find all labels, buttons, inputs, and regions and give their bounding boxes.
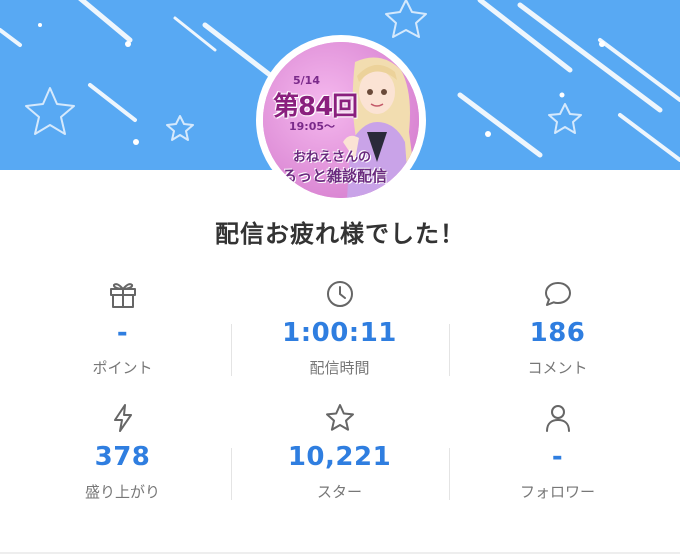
stat-excitement-value: 378 bbox=[94, 442, 151, 472]
comment-icon bbox=[542, 278, 574, 310]
thumbnail-time: 19:05〜 bbox=[289, 120, 336, 133]
lightning-icon bbox=[107, 402, 139, 434]
stats-grid: - ポイント 1:00:11 配信時間 186 コメント 378 盛り上がり 1… bbox=[14, 270, 666, 518]
stat-followers-label: フォロワー bbox=[519, 483, 595, 501]
stat-duration-label: 配信時間 bbox=[309, 359, 370, 377]
stat-comments-value: 186 bbox=[529, 318, 586, 348]
stat-followers: - フォロワー bbox=[449, 394, 666, 518]
stat-points-label: ポイント bbox=[92, 359, 153, 377]
page-title: 配信お疲れ様でした！ bbox=[215, 220, 465, 248]
clock-icon bbox=[324, 278, 356, 310]
stream-thumbnail: 5/14 第84回 19:05〜 おねえさんの ゆるっと雑談配信 bbox=[256, 35, 426, 205]
stat-points-value: - bbox=[116, 318, 129, 348]
thumbnail-title-line1: おねえさんの bbox=[293, 150, 372, 165]
stat-comments-label: コメント bbox=[527, 359, 588, 377]
stats-row-1: - ポイント 1:00:11 配信時間 186 コメント bbox=[14, 270, 666, 394]
stat-excitement: 378 盛り上がり bbox=[14, 394, 231, 518]
stat-excitement-label: 盛り上がり bbox=[84, 483, 160, 501]
stream-summary-page: 5/14 第84回 19:05〜 おねえさんの ゆるっと雑談配信 配信お疲れ様で… bbox=[0, 0, 680, 560]
thumbnail-image: 5/14 第84回 19:05〜 おねえさんの ゆるっと雑談配信 bbox=[263, 42, 419, 198]
star-icon bbox=[324, 402, 356, 434]
gift-icon bbox=[107, 278, 139, 310]
thumbnail-title-line2: ゆるっと雑談配信 bbox=[267, 167, 388, 185]
bottom-divider bbox=[0, 552, 680, 554]
stat-stars-label: スター bbox=[316, 483, 362, 501]
stat-duration-value: 1:00:11 bbox=[282, 318, 397, 348]
stat-stars: 10,221 スター bbox=[231, 394, 448, 518]
stat-points: - ポイント bbox=[14, 270, 231, 394]
stat-duration: 1:00:11 配信時間 bbox=[231, 270, 448, 394]
stat-stars-value: 10,221 bbox=[287, 442, 392, 472]
stat-followers-value: - bbox=[551, 442, 564, 472]
stats-row-2: 378 盛り上がり 10,221 スター - フォロワー bbox=[14, 394, 666, 518]
person-icon bbox=[542, 402, 574, 434]
stat-comments: 186 コメント bbox=[449, 270, 666, 394]
